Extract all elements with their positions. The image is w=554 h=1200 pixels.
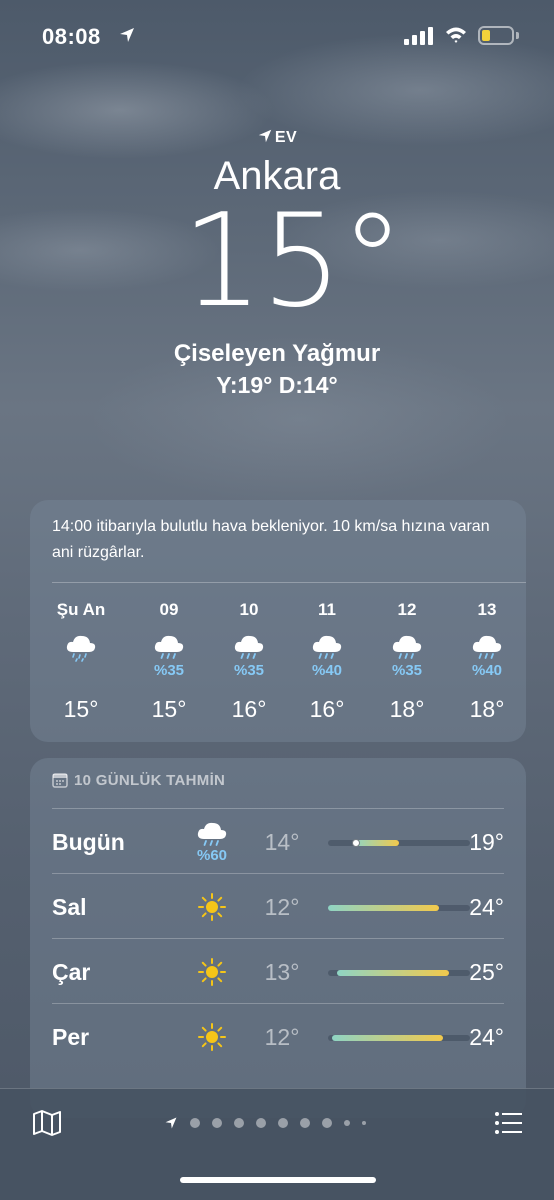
precip-probability: %35 xyxy=(233,662,265,679)
wifi-icon xyxy=(446,27,466,43)
precip-probability: %40 xyxy=(471,662,503,679)
weather-condition: Çiseleyen Yağmur xyxy=(173,340,381,367)
rain-cloud-icon xyxy=(312,635,342,659)
hour-column: Şu An 15° xyxy=(50,600,112,723)
divider xyxy=(52,582,526,583)
day-name: Çar xyxy=(52,959,91,985)
day-low-temperature: 13° xyxy=(264,959,300,985)
day-name: Sal xyxy=(52,894,87,920)
day-row[interactable]: Çar 13° 25° xyxy=(52,938,504,1003)
hour-column: 11 %40 16° xyxy=(296,600,358,723)
hourly-forecast-card[interactable]: 14:00 itibarıyla bulutlu hava bekleniyor… xyxy=(30,500,526,742)
hour-label: 09 xyxy=(159,600,179,619)
list-icon[interactable] xyxy=(494,1111,522,1135)
rain-cloud-icon xyxy=(472,635,502,659)
page-dot[interactable] xyxy=(362,1121,366,1125)
hour-column: 09 %35 15° xyxy=(138,600,200,723)
page-dot[interactable] xyxy=(344,1120,350,1126)
hour-label: 13 xyxy=(477,600,497,619)
precip-probability: %35 xyxy=(391,662,423,679)
hour-column: 13 %40 18° xyxy=(456,600,518,723)
temperature-range-bar xyxy=(328,1035,470,1041)
day-high-temperature: 24° xyxy=(469,1024,504,1050)
daily-forecast-card[interactable]: 10 GÜNLÜK TAHMİN Bugün %60 14° 19° Sal 12° 24°… xyxy=(30,758,526,1118)
status-time: 08:08 xyxy=(42,24,101,49)
bottom-toolbar xyxy=(0,1088,554,1200)
location-arrow-icon xyxy=(120,28,134,42)
precip-probability: %40 xyxy=(311,662,343,679)
hour-label: Şu An xyxy=(56,600,106,619)
precip-probability: %60 xyxy=(196,847,228,864)
day-row[interactable]: Sal 12° 24° xyxy=(52,873,504,938)
hour-label: 11 xyxy=(318,600,336,619)
day-row[interactable]: Per 12° 24° xyxy=(52,1003,504,1068)
day-row[interactable]: Bugün %60 14° 19° xyxy=(52,808,504,873)
map-icon[interactable] xyxy=(32,1109,62,1137)
temperature-range-fill xyxy=(337,970,449,976)
high-low-temperature: Y:19° D:14° xyxy=(216,372,338,398)
hour-column: 12 %35 18° xyxy=(376,600,438,723)
day-name: Bugün xyxy=(52,829,125,855)
day-high-temperature: 25° xyxy=(469,959,504,985)
status-bar: 08:08 xyxy=(0,0,554,72)
page-indicator[interactable] xyxy=(164,1113,366,1133)
battery-icon xyxy=(478,26,514,45)
day-name: Per xyxy=(52,1024,90,1050)
hour-label: 10 xyxy=(239,600,259,619)
current-temp-dot xyxy=(352,839,360,847)
current-temperature: 15° xyxy=(181,187,405,336)
page-dot[interactable] xyxy=(190,1118,200,1128)
sun-icon xyxy=(198,893,226,921)
location-arrow-icon xyxy=(258,129,272,143)
hour-temperature: 15° xyxy=(63,696,99,722)
daily-forecast-header: 10 GÜNLÜK TAHMİN xyxy=(52,772,225,789)
temperature-range-fill xyxy=(354,840,399,846)
hour-temperature: 18° xyxy=(469,696,505,722)
page-dot[interactable] xyxy=(234,1118,244,1128)
hour-temperature: 15° xyxy=(151,696,187,722)
hour-label: 12 xyxy=(397,600,417,619)
day-low-temperature: 12° xyxy=(264,1024,300,1050)
temperature-range-fill xyxy=(328,905,439,911)
day-high-temperature: 19° xyxy=(469,829,504,855)
home-indicator[interactable] xyxy=(180,1177,376,1183)
precip-probability xyxy=(50,662,112,680)
rain-cloud-icon xyxy=(392,635,422,659)
forecast-summary: 14:00 itibarıyla bulutlu hava bekleniyor… xyxy=(52,518,490,561)
day-low-temperature: 12° xyxy=(264,894,300,920)
hour-column: 10 %35 16° xyxy=(218,600,280,723)
rain-cloud-icon xyxy=(154,635,184,659)
calendar-icon xyxy=(52,773,68,788)
temperature-range-bar xyxy=(328,970,470,976)
current-location-page-icon[interactable] xyxy=(164,1116,178,1130)
precip-probability: %35 xyxy=(153,662,185,679)
sun-icon xyxy=(198,1023,226,1051)
temperature-range-bar xyxy=(328,839,470,847)
cellular-signal-icon xyxy=(404,27,433,45)
temperature-range-bar xyxy=(328,905,470,911)
hour-temperature: 16° xyxy=(231,696,267,722)
rain-cloud-icon xyxy=(197,822,227,846)
sun-icon xyxy=(198,958,226,986)
day-low-temperature: 14° xyxy=(264,829,300,855)
hour-temperature: 16° xyxy=(309,696,345,722)
rain-cloud-icon xyxy=(234,635,264,659)
page-dot[interactable] xyxy=(256,1118,266,1128)
home-location-label: EV xyxy=(0,128,554,147)
temperature-range-fill xyxy=(332,1035,443,1041)
page-dot[interactable] xyxy=(212,1118,222,1128)
page-dot[interactable] xyxy=(322,1118,332,1128)
daily-header-text: 10 GÜNLÜK TAHMİN xyxy=(74,772,226,789)
page-dot[interactable] xyxy=(300,1118,310,1128)
hour-temperature: 18° xyxy=(389,696,425,722)
page-dot[interactable] xyxy=(278,1118,288,1128)
day-high-temperature: 24° xyxy=(469,894,504,920)
drizzle-cloud-icon xyxy=(66,635,96,662)
home-label-text: EV xyxy=(274,129,298,146)
battery-nub xyxy=(516,32,519,39)
